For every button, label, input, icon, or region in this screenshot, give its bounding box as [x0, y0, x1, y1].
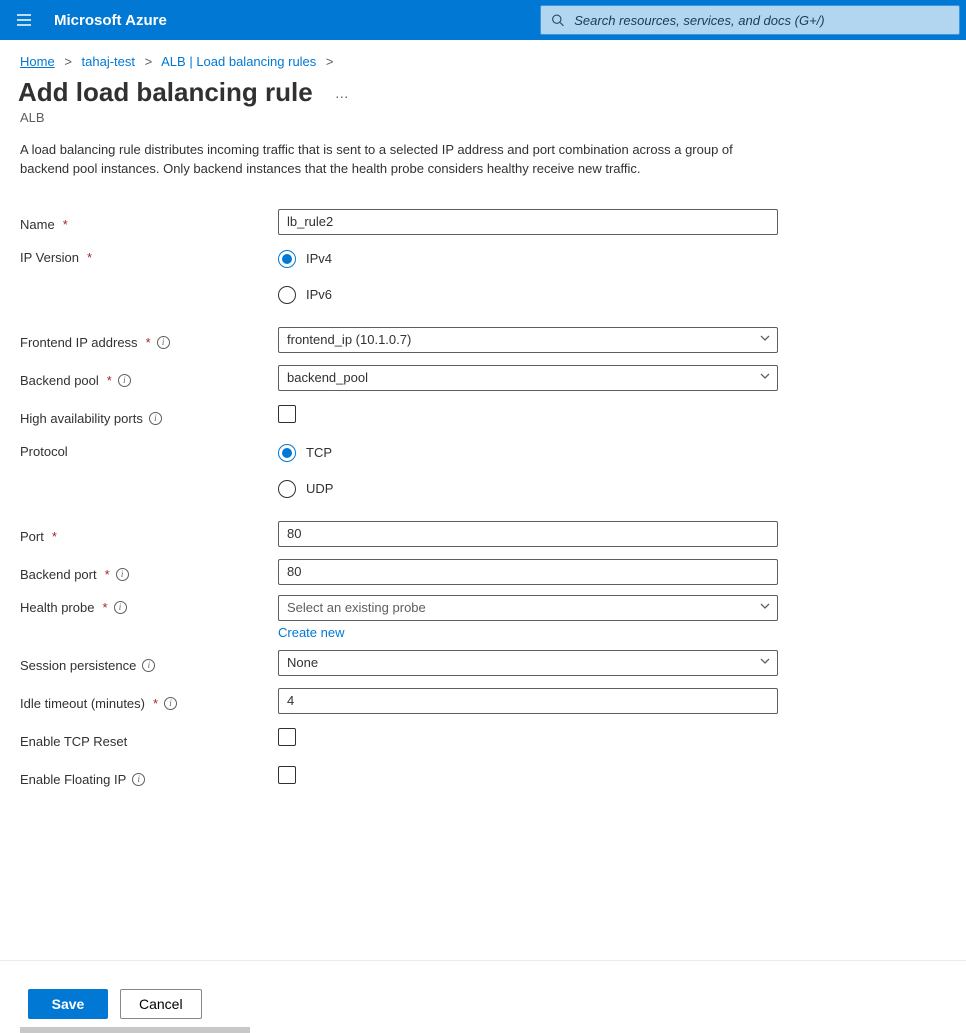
- session-persistence-value: None: [287, 655, 318, 670]
- radio-udp-label: UDP: [306, 481, 333, 496]
- backend-pool-value: backend_pool: [287, 370, 368, 385]
- info-icon[interactable]: i: [157, 336, 170, 349]
- session-persistence-select[interactable]: None: [278, 650, 778, 676]
- row-health-probe: Health probe * i Select an existing probe…: [20, 595, 946, 640]
- crumb-sep: >: [64, 54, 72, 69]
- frontend-ip-value: frontend_ip (10.1.0.7): [287, 332, 411, 347]
- crumb-sep: >: [145, 54, 153, 69]
- label-frontend-ip: Frontend IP address: [20, 335, 138, 350]
- crumb-home[interactable]: Home: [20, 54, 55, 69]
- radio-ipv4[interactable]: [278, 250, 296, 268]
- ha-ports-checkbox[interactable]: [278, 405, 296, 423]
- label-backend-port: Backend port: [20, 567, 97, 582]
- idle-timeout-input[interactable]: [278, 688, 778, 714]
- row-protocol: Protocol TCP UDP: [20, 439, 946, 511]
- label-tcp-reset: Enable TCP Reset: [20, 734, 127, 749]
- global-search[interactable]: [540, 5, 960, 35]
- label-health-probe: Health probe: [20, 600, 94, 615]
- required-mark: *: [146, 335, 151, 350]
- brand-label[interactable]: Microsoft Azure: [48, 12, 167, 29]
- row-port: Port *: [20, 519, 946, 549]
- chevron-down-icon: [759, 370, 771, 385]
- radio-ipv6[interactable]: [278, 286, 296, 304]
- create-new-probe-link[interactable]: Create new: [278, 625, 344, 640]
- frontend-ip-select[interactable]: frontend_ip (10.1.0.7): [278, 327, 778, 353]
- row-name: Name *: [20, 207, 946, 237]
- row-idle-timeout: Idle timeout (minutes) * i: [20, 686, 946, 716]
- info-icon[interactable]: i: [164, 697, 177, 710]
- label-backend-pool: Backend pool: [20, 373, 99, 388]
- row-session-persistence: Session persistence i None: [20, 648, 946, 678]
- hamburger-icon: [16, 12, 32, 28]
- health-probe-placeholder: Select an existing probe: [287, 600, 426, 615]
- required-mark: *: [52, 529, 57, 544]
- footer: Save Cancel: [0, 961, 966, 1027]
- overflow-menu[interactable]: …: [335, 85, 351, 101]
- search-icon: [551, 13, 564, 27]
- required-mark: *: [105, 567, 110, 582]
- info-icon[interactable]: i: [149, 412, 162, 425]
- label-idle-timeout: Idle timeout (minutes): [20, 696, 145, 711]
- cancel-button[interactable]: Cancel: [120, 989, 202, 1019]
- info-icon[interactable]: i: [114, 601, 127, 614]
- info-icon[interactable]: i: [132, 773, 145, 786]
- label-ip-version: IP Version: [20, 250, 79, 265]
- info-icon[interactable]: i: [142, 659, 155, 672]
- required-mark: *: [153, 696, 158, 711]
- required-mark: *: [107, 373, 112, 388]
- crumb-lb-rules[interactable]: ALB | Load balancing rules: [161, 54, 316, 69]
- radio-tcp[interactable]: [278, 444, 296, 462]
- crumb-sep: >: [326, 54, 334, 69]
- global-search-input[interactable]: [572, 12, 949, 29]
- title-row: Add load balancing rule …: [0, 73, 966, 108]
- radio-ipv4-label: IPv4: [306, 251, 332, 266]
- health-probe-select[interactable]: Select an existing probe: [278, 595, 778, 621]
- backend-pool-select[interactable]: backend_pool: [278, 365, 778, 391]
- page-title: Add load balancing rule: [18, 77, 313, 108]
- breadcrumb: Home > tahaj-test > ALB | Load balancing…: [0, 40, 966, 73]
- port-input[interactable]: [278, 521, 778, 547]
- tcp-reset-checkbox[interactable]: [278, 728, 296, 746]
- row-floating-ip: Enable Floating IP i: [20, 762, 946, 792]
- row-ip-version: IP Version * IPv4 IPv6: [20, 245, 946, 317]
- radio-ipv4-row[interactable]: IPv4: [278, 245, 778, 273]
- radio-udp-row[interactable]: UDP: [278, 475, 778, 503]
- radio-tcp-label: TCP: [306, 445, 332, 460]
- radio-ipv6-row[interactable]: IPv6: [278, 281, 778, 309]
- info-icon[interactable]: i: [116, 568, 129, 581]
- label-protocol: Protocol: [20, 444, 68, 459]
- label-ha-ports: High availability ports: [20, 411, 143, 426]
- row-tcp-reset: Enable TCP Reset: [20, 724, 946, 754]
- label-name: Name: [20, 217, 55, 232]
- horizontal-scrollbar[interactable]: [20, 1027, 250, 1033]
- top-bar: Microsoft Azure: [0, 0, 966, 40]
- hamburger-menu[interactable]: [0, 0, 48, 40]
- info-icon[interactable]: i: [118, 374, 131, 387]
- radio-udp[interactable]: [278, 480, 296, 498]
- page-subtitle: ALB: [0, 108, 966, 137]
- label-floating-ip: Enable Floating IP: [20, 772, 126, 787]
- required-mark: *: [63, 217, 68, 232]
- radio-tcp-row[interactable]: TCP: [278, 439, 778, 467]
- label-session-persistence: Session persistence: [20, 658, 136, 673]
- radio-ipv6-label: IPv6: [306, 287, 332, 302]
- floating-ip-checkbox[interactable]: [278, 766, 296, 784]
- chevron-down-icon: [759, 655, 771, 670]
- required-mark: *: [87, 250, 92, 265]
- name-input[interactable]: [278, 209, 778, 235]
- row-backend-port: Backend port * i: [20, 557, 946, 587]
- chevron-down-icon: [759, 332, 771, 347]
- crumb-resource-group[interactable]: tahaj-test: [82, 54, 135, 69]
- form: Name * IP Version * IPv4 IPv6 Frontend IP …: [0, 207, 966, 900]
- label-port: Port: [20, 529, 44, 544]
- row-ha-ports: High availability ports i: [20, 401, 946, 431]
- required-mark: *: [102, 600, 107, 615]
- save-button[interactable]: Save: [28, 989, 108, 1019]
- row-backend-pool: Backend pool * i backend_pool: [20, 363, 946, 393]
- row-frontend-ip: Frontend IP address * i frontend_ip (10.1…: [20, 325, 946, 355]
- backend-port-input[interactable]: [278, 559, 778, 585]
- page-description: A load balancing rule distributes incomi…: [0, 137, 760, 207]
- chevron-down-icon: [759, 600, 771, 615]
